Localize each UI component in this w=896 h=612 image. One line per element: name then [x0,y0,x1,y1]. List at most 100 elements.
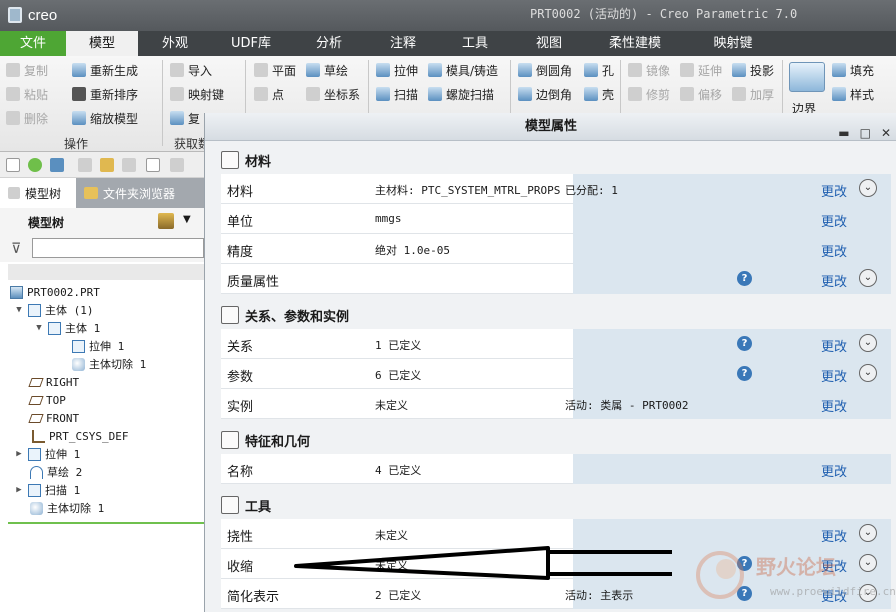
delete-button[interactable]: 删除 [6,108,48,128]
paste-button[interactable]: 粘贴 [6,84,48,104]
tree-settings-icon[interactable] [158,213,174,229]
tree-node-sketch[interactable]: 草绘 2 [30,463,82,481]
change-link-relations[interactable]: 更改 [821,336,847,355]
tab-udf-library[interactable]: UDF库 [214,31,288,56]
expand-icon[interactable]: ⌄ [859,334,877,352]
reorder-button[interactable]: 重新排序 [72,84,138,104]
expand-icon[interactable]: ⌄ [859,364,877,382]
chamfer-button[interactable]: 边倒角 [518,84,572,104]
fill-button[interactable]: 填充 [832,60,874,80]
tree-node-part[interactable]: PRT0002.PRT [10,283,100,301]
help-icon[interactable]: ? [737,336,752,351]
copy-geometry-icon [170,111,184,125]
copy-geometry-button[interactable]: 复 [170,108,200,128]
expand-icon[interactable]: ⌄ [859,584,877,602]
sketch-button[interactable]: 草绘 [306,60,348,80]
trim-button[interactable]: 修剪 [628,84,670,104]
new-icon[interactable] [6,158,20,172]
change-link-simplified[interactable]: 更改 [821,586,847,605]
change-link-shrinkage[interactable]: 更改 [821,556,847,575]
tab-tools[interactable]: 工具 [442,31,508,56]
part-icon [10,285,23,299]
maximize-icon[interactable]: □ [860,119,871,147]
filter-icon[interactable]: ⊽ [11,241,21,257]
help-icon[interactable]: ? [737,586,752,601]
mirror-button[interactable]: 镜像 [628,60,670,80]
tab-flexible-modeling[interactable]: 柔性建模 [596,31,674,56]
tab-analysis[interactable]: 分析 [296,31,362,56]
view-icon[interactable] [28,158,42,172]
tree-node-top-plane[interactable]: TOP [28,391,66,409]
expand-icon[interactable]: ⌄ [859,554,877,572]
mold-cast-button[interactable]: 模具/铸造 [428,60,498,80]
help-icon[interactable]: ? [737,556,752,571]
expand-icon[interactable]: ▶ [14,449,24,459]
regenerate-button[interactable]: 重新生成 [72,60,138,80]
change-link-accuracy[interactable]: 更改 [821,241,847,260]
tree-node-body-1[interactable]: ▼ 主体 1 [34,319,100,337]
project-button[interactable]: 投影 [732,60,774,80]
style-button[interactable]: 样式 [832,84,874,104]
change-link-parameters[interactable]: 更改 [821,366,847,385]
page-icon[interactable] [146,158,160,172]
chevron-down-icon[interactable]: ▼ [183,214,191,225]
plane-button[interactable]: 平面 [254,60,296,80]
tree-node-cut[interactable]: 主体切除 1 [30,499,104,517]
tree-node-right-plane[interactable]: RIGHT [28,373,79,391]
tree-search-input[interactable] [32,238,204,258]
tab-model-tree[interactable]: 模型树 [0,178,76,208]
tab-annotate[interactable]: 注释 [370,31,436,56]
round-button[interactable]: 倒圆角 [518,60,572,80]
tree-node-front-plane[interactable]: FRONT [28,409,79,427]
point-button[interactable]: 点 [254,84,284,104]
tree-node-body-cut[interactable]: 主体切除 1 [72,355,146,373]
tree-node-sweep[interactable]: ▶ 扫描 1 [14,481,80,499]
shell-button[interactable]: 壳 [584,84,614,104]
tree-node-csys[interactable]: PRT_CSYS_DEF [32,427,128,445]
tab-view[interactable]: 视图 [516,31,582,56]
expand-icon[interactable]: ▶ [14,485,24,495]
change-link-instances[interactable]: 更改 [821,396,847,415]
minimize-icon[interactable]: ▬ [838,119,849,147]
expand-icon[interactable]: ⌄ [859,524,877,542]
extrude-button[interactable]: 拉伸 [376,60,418,80]
mapkey-button[interactable]: 映射键 [170,84,224,104]
thicken-button[interactable]: 加厚 [732,84,774,104]
expand-icon[interactable]: ⌄ [859,269,877,287]
help-icon[interactable]: ? [737,271,752,286]
import-button[interactable]: 导入 [170,60,212,80]
change-link-flexibility[interactable]: 更改 [821,526,847,545]
expand-icon[interactable]: ▼ [34,323,44,333]
sweep-button[interactable]: 扫描 [376,84,418,104]
change-link-names[interactable]: 更改 [821,461,847,480]
tab-appearance[interactable]: 外观 [142,31,208,56]
settings-icon[interactable] [50,158,64,172]
expand-icon[interactable]: ▼ [14,305,24,315]
extend-button[interactable]: 延伸 [680,60,722,80]
change-link-mass[interactable]: 更改 [821,271,847,290]
tab-file[interactable]: 文件 [0,31,66,56]
print-icon[interactable] [170,158,184,172]
hole-button[interactable]: 孔 [584,60,614,80]
offset-button[interactable]: 偏移 [680,84,722,104]
csys-button[interactable]: 坐标系 [306,84,360,104]
window-icon[interactable] [122,158,136,172]
copy-icon[interactable] [78,158,92,172]
tree-node-body-extrude[interactable]: 拉伸 1 [72,337,124,355]
boundary-blend-icon[interactable] [789,62,825,92]
tab-model[interactable]: 模型 [66,31,138,56]
tab-mapkeys[interactable]: 映射键 [700,31,766,56]
change-link-material[interactable]: 更改 [821,181,847,200]
open-folder-icon[interactable] [100,158,114,172]
change-link-units[interactable]: 更改 [821,211,847,230]
tree-node-bodies[interactable]: ▼ 主体 (1) [14,301,94,319]
tree-node-extrude[interactable]: ▶ 拉伸 1 [14,445,80,463]
help-icon[interactable]: ? [737,366,752,381]
close-icon[interactable]: ✕ [881,119,891,147]
tab-folder-browser[interactable]: 文件夹浏览器 [76,178,204,208]
scale-model-button[interactable]: 缩放模型 [72,108,138,128]
operations-group-label[interactable]: 操作 [64,135,88,152]
expand-icon[interactable]: ⌄ [859,179,877,197]
helical-sweep-button[interactable]: 螺旋扫描 [428,84,494,104]
copy-button[interactable]: 复制 [6,60,48,80]
